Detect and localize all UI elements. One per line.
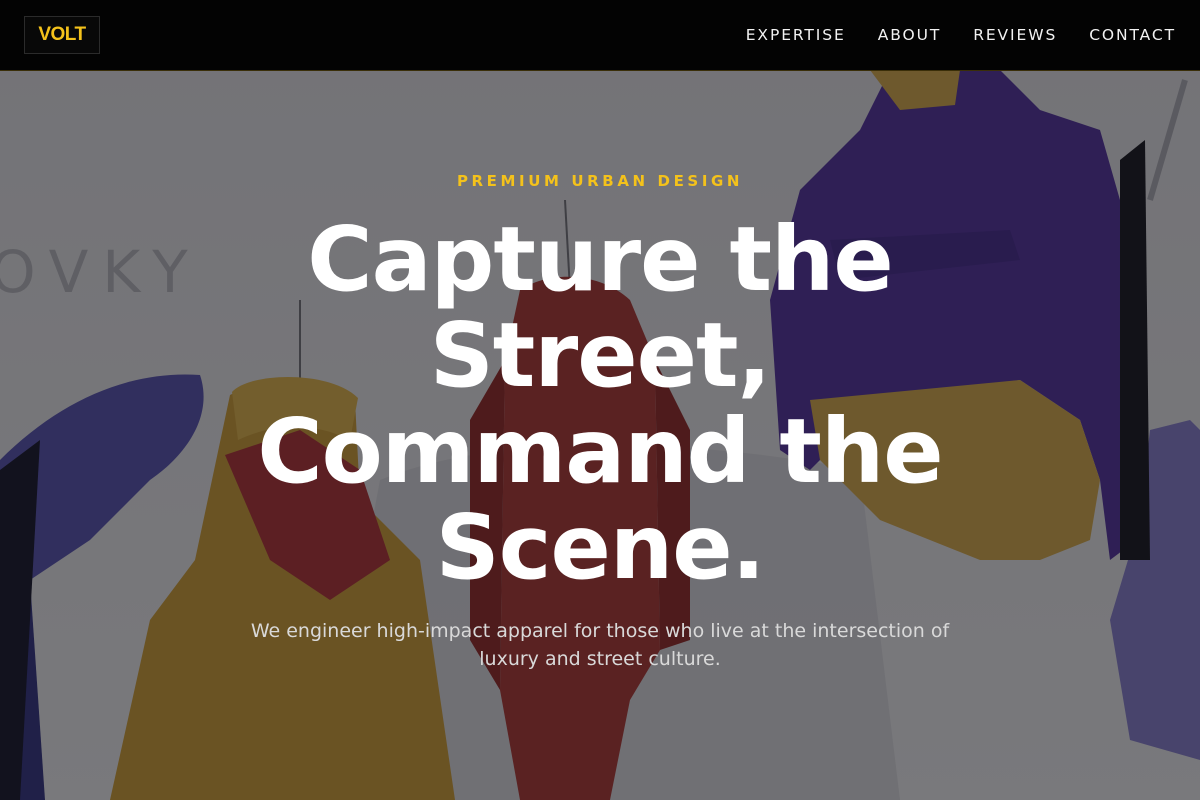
headline-line-2: Street,	[429, 303, 772, 407]
hero-subtitle: We engineer high-impact apparel for thos…	[250, 620, 950, 670]
hero-eyebrow: PREMIUM URBAN DESIGN	[456, 172, 744, 190]
nav-link-about[interactable]: ABOUT	[878, 26, 941, 44]
logo[interactable]: VOLT	[24, 16, 100, 54]
site-header: VOLT EXPERTISE ABOUT REVIEWS CONTACT	[0, 0, 1200, 71]
headline-line-3: Command the	[257, 399, 943, 503]
hero-section: OVKY PREMIUM URBAN DESIGN Capture the St…	[0, 71, 1200, 800]
headline-line-1: Capture the	[307, 207, 894, 311]
main-nav: EXPERTISE ABOUT REVIEWS CONTACT	[714, 0, 1176, 70]
nav-link-reviews[interactable]: REVIEWS	[973, 26, 1057, 44]
hero-headline: Capture the Street, Command the Scene.	[150, 211, 1050, 595]
nav-link-contact[interactable]: CONTACT	[1089, 26, 1176, 44]
logo-text: VOLT	[38, 24, 86, 45]
nav-link-expertise[interactable]: EXPERTISE	[746, 26, 846, 44]
headline-line-4: Scene.	[435, 495, 766, 599]
